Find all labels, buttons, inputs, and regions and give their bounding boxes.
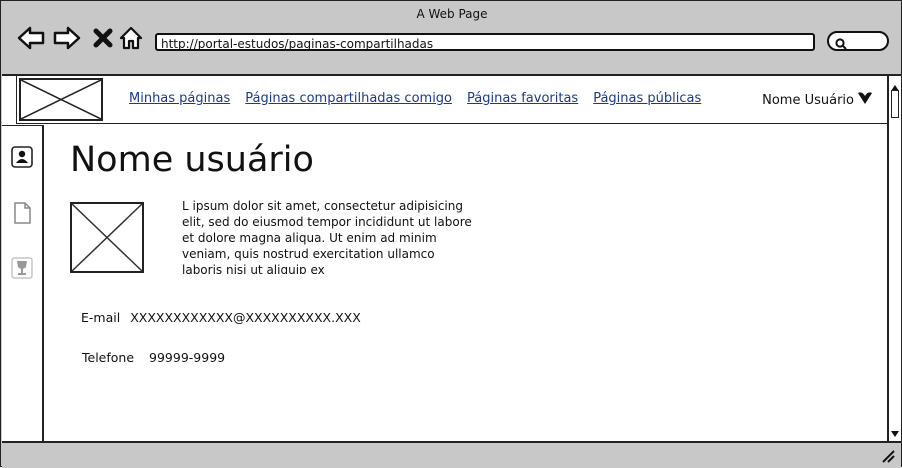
page-content: Minhas páginas Páginas compartilhadas co… [2,74,901,443]
scroll-down-icon[interactable] [890,423,900,442]
search-input[interactable] [827,31,889,51]
phone-value: 99999-9999 [149,350,226,365]
user-profile-icon[interactable] [11,146,33,168]
nav-link-paginas-publicas[interactable]: Páginas públicas [593,91,701,106]
home-icon[interactable] [117,25,145,51]
nav-link-paginas-favoritas[interactable]: Páginas favoritas [467,91,578,106]
top-navigation: Minhas páginas Páginas compartilhadas co… [16,76,888,124]
avatar-image-placeholder [70,202,144,273]
phone-row: Telefone 99999-9999 [82,350,225,365]
back-arrow-icon[interactable] [17,25,45,51]
resize-grip-icon[interactable] [881,448,895,467]
user-menu[interactable]: Nome Usuário [762,91,873,109]
trophy-icon[interactable] [11,257,33,279]
forward-arrow-icon[interactable] [53,25,81,51]
phone-label: Telefone [82,350,135,365]
chevron-down-icon [857,91,873,109]
nav-links: Minhas páginas Páginas compartilhadas co… [129,91,701,106]
email-label: E-mail [81,310,121,325]
logo-image-placeholder [19,78,103,121]
email-value: XXXXXXXXXXXX@XXXXXXXXXX.XXX [130,310,361,325]
nav-link-minhas-paginas[interactable]: Minhas páginas [129,91,230,106]
vertical-scrollbar[interactable] [887,76,901,443]
page-title: Nome usuário [70,140,314,180]
scrollbar-thumb[interactable] [891,90,899,118]
browser-window: A Web Page http://portal-estudos/paginas… [0,0,902,468]
document-icon[interactable] [11,202,33,224]
nav-link-paginas-compartilhadas[interactable]: Páginas compartilhadas comigo [245,91,452,106]
user-name-label: Nome Usuário [762,92,854,108]
status-bar [2,441,901,468]
left-sidebar [2,125,44,442]
profile-bio: L ipsum dolor sit amet, consectetur adip… [182,199,472,274]
search-icon [835,35,847,54]
email-row: E-mail XXXXXXXXXXXX@XXXXXXXXXX.XXX [81,310,361,325]
window-title: A Web Page [416,7,488,21]
url-input[interactable]: http://portal-estudos/paginas-compartilh… [155,33,815,51]
close-x-icon[interactable] [89,25,117,51]
